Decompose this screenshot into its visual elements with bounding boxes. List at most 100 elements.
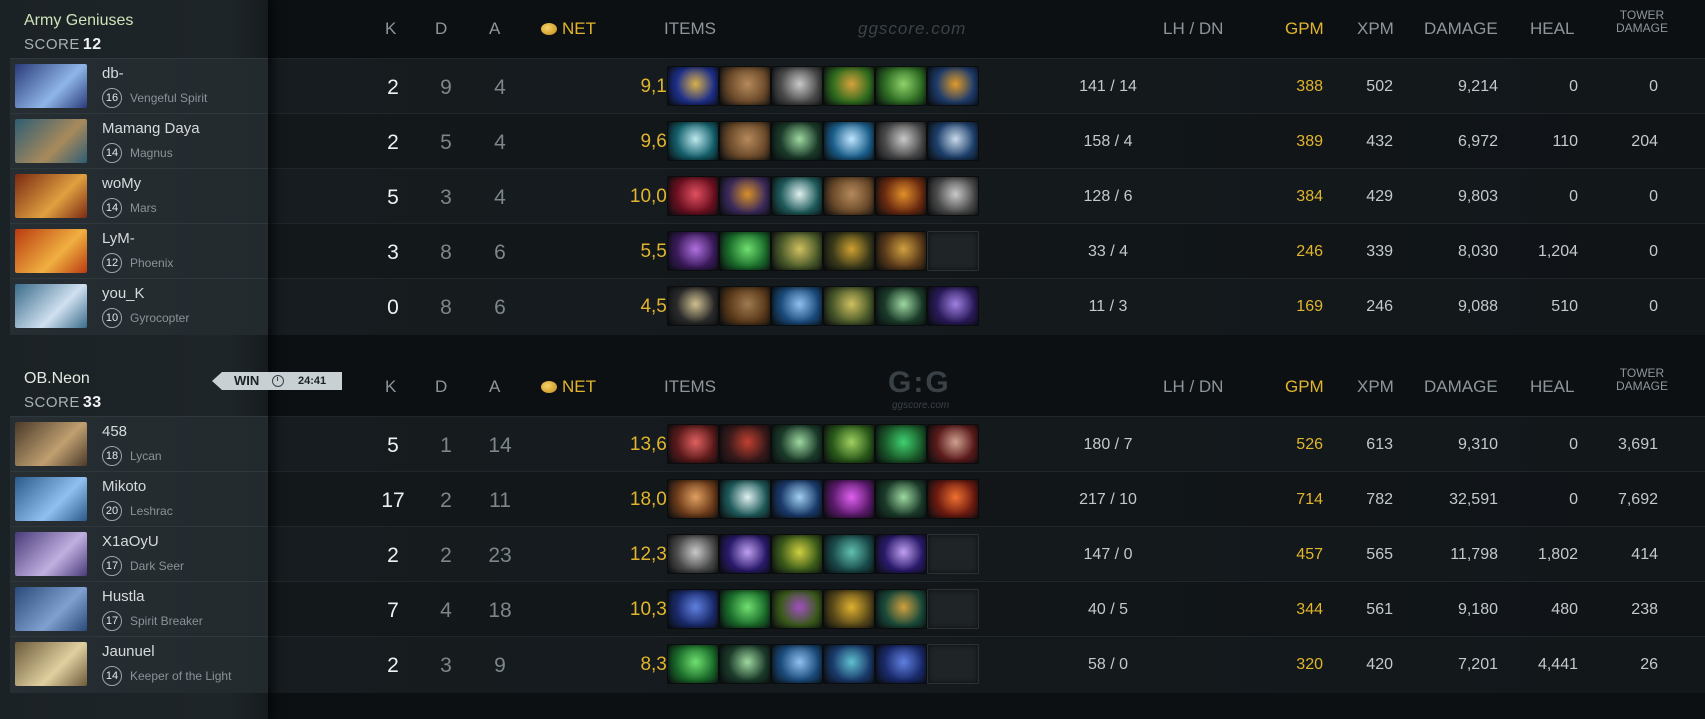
item-icon[interactable] — [823, 286, 875, 326]
player-level: 14 — [102, 666, 122, 686]
player-card[interactable]: LyM- 12 Phoenix — [10, 223, 268, 280]
item-icon[interactable] — [823, 479, 875, 519]
item-icon[interactable] — [927, 66, 979, 106]
player-row[interactable]: 17 2 11 18,084 217 / 10 714 782 32,591 0 7,692 — [268, 471, 1705, 528]
hero-portrait — [15, 174, 87, 218]
item-icon[interactable] — [719, 644, 771, 684]
empty-item-slot[interactable] — [927, 589, 979, 629]
player-row[interactable]: 5 3 4 10,091 128 / 6 384 429 9,803 0 0 — [268, 168, 1705, 225]
item-icon[interactable] — [667, 121, 719, 161]
player-row[interactable]: 2 5 4 9,645 158 / 4 389 432 6,972 110 204 — [268, 113, 1705, 170]
gpm: 389 — [1296, 133, 1323, 150]
player-card[interactable]: you_K 10 Gyrocopter — [10, 278, 268, 335]
last-hits-denies: 147 / 0 — [1083, 546, 1133, 563]
item-icon[interactable] — [875, 121, 927, 161]
item-icon[interactable] — [823, 176, 875, 216]
score-value: 12 — [82, 36, 102, 53]
player-row[interactable]: 2 9 4 9,181 141 / 14 388 502 9,214 0 0 — [268, 58, 1705, 115]
tower-damage: 0 — [1649, 298, 1658, 315]
item-icon[interactable] — [771, 176, 823, 216]
item-icon[interactable] — [667, 479, 719, 519]
player-card[interactable]: Mikoto 20 Leshrac — [10, 471, 268, 528]
item-icon[interactable] — [667, 424, 719, 464]
item-icon[interactable] — [667, 644, 719, 684]
item-icon[interactable] — [875, 286, 927, 326]
item-icon[interactable] — [667, 66, 719, 106]
item-icon[interactable] — [771, 66, 823, 106]
item-icon[interactable] — [667, 286, 719, 326]
player-row[interactable]: 2 2 23 12,326 147 / 0 457 565 11,798 1,802 414 — [268, 526, 1705, 583]
player-card[interactable]: db- 16 Vengeful Spirit — [10, 58, 268, 115]
item-icon[interactable] — [823, 121, 875, 161]
xpm: 613 — [1366, 436, 1393, 453]
player-card[interactable]: X1aOyU 17 Dark Seer — [10, 526, 268, 583]
tower-header-line2: DAMAGE — [1616, 21, 1669, 35]
item-icon[interactable] — [719, 231, 771, 271]
item-icon[interactable] — [823, 66, 875, 106]
item-icon[interactable] — [875, 231, 927, 271]
damage-header: DAMAGE — [1424, 19, 1498, 38]
item-icon[interactable] — [771, 479, 823, 519]
item-icon[interactable] — [719, 66, 771, 106]
player-row[interactable]: 2 3 9 8,326 58 / 0 320 420 7,201 4,441 26 — [268, 636, 1705, 693]
item-icon[interactable] — [719, 589, 771, 629]
item-icon[interactable] — [927, 121, 979, 161]
player-name: Hustla — [102, 588, 145, 605]
hero-name: Keeper of the Light — [130, 669, 232, 683]
player-card[interactable]: Mamang Daya 14 Magnus — [10, 113, 268, 170]
item-icon[interactable] — [719, 286, 771, 326]
item-icon[interactable] — [667, 176, 719, 216]
item-icon[interactable] — [771, 534, 823, 574]
item-icon[interactable] — [875, 66, 927, 106]
item-icon[interactable] — [667, 534, 719, 574]
player-row[interactable]: 7 4 18 10,388 40 / 5 344 561 9,180 480 238 — [268, 581, 1705, 638]
item-icon[interactable] — [927, 424, 979, 464]
item-icon[interactable] — [875, 644, 927, 684]
item-icon[interactable] — [875, 479, 927, 519]
player-card[interactable]: woMy 14 Mars — [10, 168, 268, 225]
item-icon[interactable] — [927, 479, 979, 519]
item-icon[interactable] — [875, 176, 927, 216]
item-icon[interactable] — [823, 534, 875, 574]
item-icon[interactable] — [875, 534, 927, 574]
empty-item-slot[interactable] — [927, 231, 979, 271]
item-icon[interactable] — [927, 176, 979, 216]
player-card[interactable]: Jaunuel 14 Keeper of the Light — [10, 636, 268, 693]
player-card[interactable]: Hustla 17 Spirit Breaker — [10, 581, 268, 638]
tower-damage: 0 — [1649, 243, 1658, 260]
tower-damage-header: TOWER DAMAGE — [1616, 9, 1668, 35]
healing: 0 — [1569, 436, 1578, 453]
item-icon[interactable] — [719, 534, 771, 574]
item-icon[interactable] — [927, 286, 979, 326]
healing: 0 — [1569, 78, 1578, 95]
kills: 17 — [381, 489, 405, 512]
empty-item-slot[interactable] — [927, 534, 979, 574]
item-icon[interactable] — [823, 231, 875, 271]
player-level: 12 — [102, 253, 122, 273]
item-icon[interactable] — [771, 589, 823, 629]
xpm: 246 — [1366, 298, 1393, 315]
item-icon[interactable] — [875, 589, 927, 629]
player-row[interactable]: 0 8 6 4,516 11 / 3 169 246 9,088 510 0 — [268, 278, 1705, 335]
player-row[interactable]: 3 8 6 5,586 33 / 4 246 339 8,030 1,204 0 — [268, 223, 1705, 280]
player-row[interactable]: 5 1 14 13,685 180 / 7 526 613 9,310 0 3,691 — [268, 416, 1705, 473]
item-icon[interactable] — [823, 589, 875, 629]
item-icon[interactable] — [823, 424, 875, 464]
player-card[interactable]: 458 18 Lycan — [10, 416, 268, 473]
item-icon[interactable] — [771, 286, 823, 326]
item-icon[interactable] — [719, 176, 771, 216]
item-icon[interactable] — [667, 589, 719, 629]
item-icon[interactable] — [823, 644, 875, 684]
item-icon[interactable] — [719, 479, 771, 519]
item-icon[interactable] — [875, 424, 927, 464]
item-icon[interactable] — [771, 231, 823, 271]
item-icon[interactable] — [719, 121, 771, 161]
item-icon[interactable] — [771, 644, 823, 684]
item-icon[interactable] — [771, 424, 823, 464]
team-name: Army Geniuses — [24, 12, 134, 29]
item-icon[interactable] — [719, 424, 771, 464]
empty-item-slot[interactable] — [927, 644, 979, 684]
item-icon[interactable] — [667, 231, 719, 271]
gpm: 388 — [1296, 78, 1323, 95]
item-icon[interactable] — [771, 121, 823, 161]
